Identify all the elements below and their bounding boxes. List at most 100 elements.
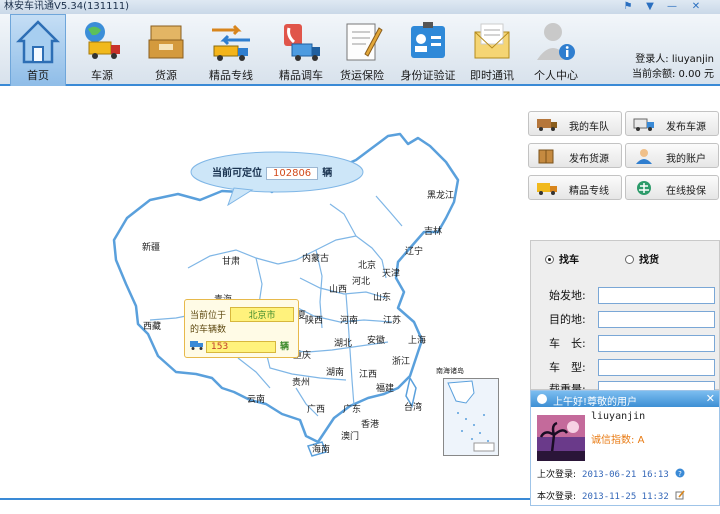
route-truck-icon bbox=[212, 24, 250, 61]
nav-profile-label: 个人中心 bbox=[534, 69, 578, 82]
china-map[interactable]: 当前可定位 102806 辆 黑龙江 吉林 辽宁 内蒙古 北京 天津 河北 山西 山… bbox=[0, 88, 528, 498]
province-label[interactable]: 广西 bbox=[307, 402, 325, 415]
vehicle-length-input[interactable] bbox=[598, 335, 715, 352]
nav-profile[interactable]: 个人中心 bbox=[526, 14, 586, 86]
popup-count-row: 153 辆 bbox=[190, 339, 289, 353]
close-icon[interactable]: ✕ bbox=[706, 392, 715, 405]
popup-city: 北京市 bbox=[230, 307, 295, 322]
online-insurance-button[interactable]: 在线投保 bbox=[625, 175, 719, 200]
nav-home-label: 首页 bbox=[27, 69, 49, 82]
destination-input[interactable] bbox=[598, 311, 715, 328]
province-label[interactable]: 山西 bbox=[329, 282, 347, 295]
my-account-button[interactable]: 我的账户 bbox=[625, 143, 719, 168]
province-label[interactable]: 广东 bbox=[343, 402, 361, 415]
nav-cars[interactable]: 车源 bbox=[74, 14, 130, 86]
origin-input[interactable] bbox=[598, 287, 715, 304]
province-label[interactable]: 辽宁 bbox=[405, 244, 423, 257]
last-login-value: 2013-06-21 16:13 bbox=[582, 470, 669, 480]
nav-express-line[interactable]: 精品专线 bbox=[198, 14, 264, 86]
credit-index: 诚信指数: A bbox=[591, 431, 644, 446]
province-label[interactable]: 江西 bbox=[359, 367, 377, 380]
express-truck-icon bbox=[537, 183, 557, 195]
find-cargo-label: 找货 bbox=[639, 255, 659, 266]
province-label[interactable]: 内蒙古 bbox=[302, 251, 329, 264]
province-label[interactable]: 云南 bbox=[247, 392, 265, 405]
balance-value: 0.00 元 bbox=[678, 69, 714, 80]
province-label[interactable]: 吉林 bbox=[424, 224, 442, 237]
find-cargo-radio[interactable]: 找货 bbox=[625, 251, 659, 266]
province-label[interactable]: 上海 bbox=[408, 333, 426, 346]
bubble-text: 当前可定位 102806 辆 bbox=[212, 164, 332, 180]
vehicle-type-label: 车 型: bbox=[549, 361, 586, 374]
express-line-button[interactable]: 精品专线 bbox=[528, 175, 622, 200]
welcome-popup: 上午好!尊敬的用户 ✕ liuyanjin 诚信指数: A 上次登录: 2013-… bbox=[530, 390, 720, 506]
my-fleet-label: 我的车队 bbox=[569, 122, 609, 133]
province-label[interactable]: 香港 bbox=[361, 417, 379, 430]
province-label[interactable]: 湖南 bbox=[326, 365, 344, 378]
vehicle-type-input[interactable] bbox=[598, 359, 715, 376]
this-login-value: 2013-11-25 11:32 bbox=[582, 492, 669, 502]
province-label[interactable]: 甘肃 bbox=[222, 254, 240, 267]
nav-insurance[interactable]: 货运保险 bbox=[334, 14, 390, 86]
province-label[interactable]: 福建 bbox=[376, 381, 394, 394]
this-login-label: 本次登录: bbox=[537, 492, 577, 502]
province-label[interactable]: 湖北 bbox=[334, 336, 352, 349]
nav-home[interactable]: 首页 bbox=[10, 14, 66, 86]
province-label[interactable]: 河南 bbox=[340, 313, 358, 326]
help-icon[interactable]: ? bbox=[675, 468, 685, 478]
nav-messaging[interactable]: 即时通讯 bbox=[464, 14, 520, 86]
province-label[interactable]: 陕西 bbox=[305, 313, 323, 326]
close-icon[interactable]: ✕ bbox=[688, 0, 704, 14]
province-label[interactable]: 天津 bbox=[382, 266, 400, 279]
post-cargo-button[interactable]: 发布货源 bbox=[528, 143, 622, 168]
login-line: 登录人: liuyanjin bbox=[632, 52, 714, 67]
location-popup: 当前位于 北京市 的车辆数 153 辆 bbox=[184, 299, 299, 358]
minimize-icon[interactable]: — bbox=[664, 0, 680, 14]
popup-unit: 辆 bbox=[280, 342, 290, 352]
locatable-bubble: 当前可定位 102806 辆 bbox=[190, 150, 365, 206]
bubble-count: 102806 bbox=[266, 167, 319, 180]
province-label[interactable]: 北京 bbox=[358, 258, 376, 271]
menu-icon[interactable]: ▼ bbox=[642, 0, 658, 14]
popup-count: 153 bbox=[206, 341, 276, 353]
province-label[interactable]: 山东 bbox=[373, 290, 391, 303]
this-login-row: 本次登录: 2013-11-25 11:32 bbox=[537, 489, 669, 502]
my-fleet-button[interactable]: 我的车队 bbox=[528, 111, 622, 136]
nav-dispatch-label: 精品调车 bbox=[279, 69, 323, 82]
skin-icon[interactable]: ⚑ bbox=[620, 0, 636, 14]
edit-icon[interactable] bbox=[675, 490, 685, 500]
nav-id-verify[interactable]: 身份证验证 bbox=[396, 14, 460, 86]
online-insurance-label: 在线投保 bbox=[666, 186, 706, 197]
last-login-label: 上次登录: bbox=[537, 470, 577, 480]
balance-line: 当前余额: 0.00 元 bbox=[632, 67, 714, 82]
province-label[interactable]: 新疆 bbox=[142, 240, 160, 253]
province-label[interactable]: 台湾 bbox=[404, 400, 422, 413]
home-icon bbox=[15, 20, 61, 64]
truck-icon bbox=[633, 118, 654, 131]
nav-cargo[interactable]: 货源 bbox=[138, 14, 194, 86]
nav-dispatch[interactable]: 精品调车 bbox=[268, 14, 334, 86]
bottom-bar bbox=[0, 498, 530, 514]
province-label[interactable]: 河北 bbox=[352, 274, 370, 287]
my-account-label: 我的账户 bbox=[666, 154, 706, 165]
destination-label: 目的地: bbox=[549, 313, 586, 326]
window-title: 林安车讯通V5.34(131111) bbox=[4, 1, 130, 12]
box-icon bbox=[538, 149, 554, 164]
province-label[interactable]: 西藏 bbox=[143, 319, 161, 332]
province-label[interactable]: 江苏 bbox=[383, 313, 401, 326]
fleet-icon bbox=[537, 119, 557, 131]
province-label: 南海诸岛 bbox=[436, 367, 464, 375]
province-label[interactable]: 海南 bbox=[312, 442, 330, 455]
last-login-row: 上次登录: 2013-06-21 16:13 bbox=[537, 467, 669, 480]
province-label[interactable]: 浙江 bbox=[392, 354, 410, 367]
province-label[interactable]: 贵州 bbox=[292, 375, 310, 388]
province-label[interactable]: 安徽 bbox=[367, 333, 385, 346]
vehicle-length-label: 车 长: bbox=[549, 337, 586, 350]
bubble-unit: 辆 bbox=[322, 168, 333, 179]
post-car-button[interactable]: 发布车源 bbox=[625, 111, 719, 136]
post-cargo-label: 发布货源 bbox=[569, 154, 609, 165]
province-label[interactable]: 黑龙江 bbox=[427, 188, 454, 201]
avatar bbox=[537, 415, 585, 461]
province-label[interactable]: 澳门 bbox=[341, 429, 359, 442]
find-car-radio[interactable]: 找车 bbox=[545, 251, 579, 266]
